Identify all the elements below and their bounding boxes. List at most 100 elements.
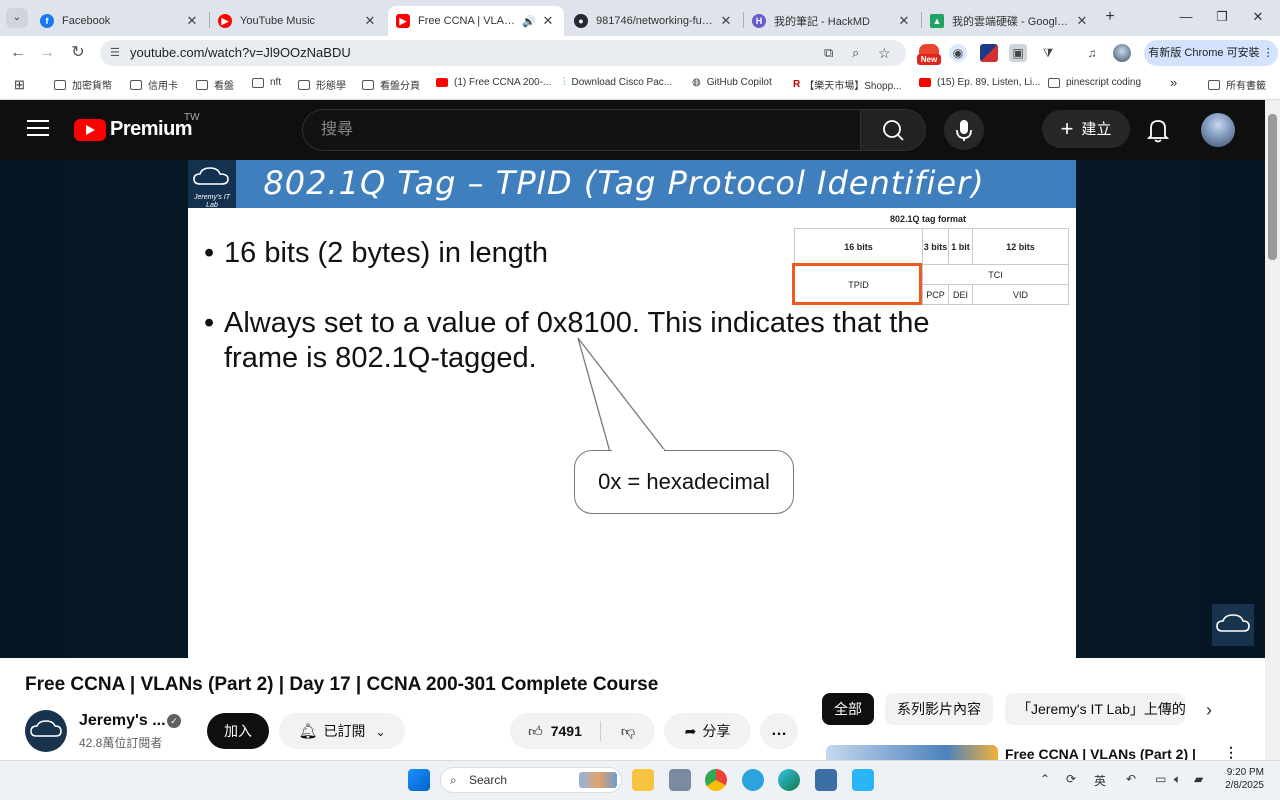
bookmark-folder[interactable]: 看盤	[196, 77, 234, 92]
search-input[interactable]: 搜尋	[302, 109, 860, 151]
windows-start-icon[interactable]	[408, 769, 430, 791]
apps-grid-icon[interactable]: ⊞	[14, 77, 25, 93]
bookmark-folder[interactable]: pinescript coding	[1048, 77, 1141, 88]
like-button[interactable]: 👍︎ 7491	[510, 713, 600, 749]
undo-icon[interactable]: ↶	[1126, 772, 1136, 786]
share-button[interactable]: ➦ 分享	[664, 713, 751, 749]
bookmark-folder[interactable]: 信用卡	[130, 77, 178, 92]
tpid-highlight-box	[792, 263, 922, 305]
recommended-more-icon[interactable]: ⋮	[1224, 744, 1238, 761]
chrome-update-button[interactable]: 有新版 Chrome 可安裝 ⋮	[1144, 40, 1278, 66]
file-explorer-icon[interactable]	[632, 769, 654, 791]
tab-title: YouTube Music	[240, 15, 316, 27]
search-button[interactable]	[860, 109, 926, 151]
system-clock[interactable]: 9:20 PM 2/8/2025	[1214, 766, 1264, 792]
notepad-icon[interactable]	[852, 769, 874, 791]
address-bar[interactable]: ☰ youtube.com/watch?v=Jl9OOzNaBDU ⧉ ⌕ ☆	[100, 40, 906, 66]
extension-new-badge[interactable]: New	[917, 44, 941, 66]
taskbar-search[interactable]: ⌕ Search	[440, 767, 622, 793]
close-tab-icon[interactable]: ✕	[362, 13, 378, 29]
window-close-icon[interactable]: ✕	[1240, 6, 1276, 28]
all-bookmarks-folder[interactable]: 所有書籤	[1208, 77, 1266, 92]
site-info-icon[interactable]: ☰	[110, 40, 120, 66]
profile-avatar-icon[interactable]	[1113, 44, 1131, 62]
close-tab-icon[interactable]: ✕	[540, 13, 556, 29]
extension-icon[interactable]	[980, 44, 998, 62]
network-icon[interactable]: ▭	[1155, 772, 1166, 786]
bookmark-star-icon[interactable]: ☆	[878, 40, 891, 66]
chevron-right-icon[interactable]: ›	[1206, 700, 1212, 721]
edge-icon[interactable]	[778, 769, 800, 791]
forward-arrow-icon[interactable]: →	[35, 42, 59, 64]
minimize-icon[interactable]: —	[1168, 6, 1204, 28]
youtube-logo-icon	[74, 118, 106, 141]
media-controls-icon[interactable]: ♫	[1083, 44, 1101, 62]
tab-free-ccna-active[interactable]: ▶ Free CCNA | VLANs (Pa 🔊 ✕	[388, 6, 564, 36]
account-avatar[interactable]	[1201, 113, 1235, 147]
extensions-puzzle-icon[interactable]: ⧩	[1039, 44, 1057, 62]
calculator-icon[interactable]	[815, 769, 837, 791]
tab-facebook[interactable]: f Facebook ✕	[32, 6, 208, 36]
reload-icon[interactable]: ↻	[66, 42, 90, 64]
extension-icon[interactable]: ◉	[949, 44, 967, 62]
bookmark-link[interactable]: ⫶ Download Cisco Pac...	[563, 77, 672, 88]
bookmarks-overflow-icon[interactable]: »	[1170, 75, 1177, 90]
close-tab-icon[interactable]: ✕	[718, 13, 734, 29]
chevron-up-icon[interactable]: ⌃	[1040, 772, 1050, 786]
audio-playing-icon[interactable]: 🔊	[522, 15, 536, 28]
bookmark-folder[interactable]: 形態學	[298, 77, 346, 92]
subscribed-button[interactable]: 🔔︎ 已訂閱 ⌄	[279, 713, 405, 749]
plus-icon: +	[1060, 116, 1074, 141]
dislike-button[interactable]: 👎︎	[606, 713, 650, 749]
chip-all[interactable]: 全部	[822, 693, 874, 725]
channel-watermark[interactable]	[1212, 604, 1254, 646]
tab-youtube-music[interactable]: ▶ YouTube Music ✕	[210, 6, 386, 36]
more-actions-button[interactable]: …	[760, 713, 798, 749]
close-tab-icon[interactable]: ✕	[184, 13, 200, 29]
tab-title: Facebook	[62, 15, 111, 27]
channel-avatar[interactable]	[25, 710, 67, 752]
table-header-cell: 1 bit	[948, 228, 973, 265]
close-tab-icon[interactable]: ✕	[896, 13, 912, 29]
table-cell: VID	[972, 284, 1069, 305]
recommended-thumbnail[interactable]	[826, 745, 998, 761]
join-button[interactable]: 加入	[207, 713, 269, 749]
voice-search-button[interactable]	[944, 110, 984, 150]
sync-icon[interactable]: ⟳	[1066, 772, 1076, 786]
bookmark-link[interactable]: (1) Free CCNA 200-...	[436, 77, 551, 88]
bookmark-link[interactable]: R 【樂天市場】Shopp...	[793, 77, 902, 92]
close-tab-icon[interactable]: ✕	[1074, 13, 1090, 29]
hamburger-menu-icon[interactable]	[27, 120, 49, 138]
back-arrow-icon[interactable]: ←	[6, 42, 30, 64]
ime-indicator[interactable]: 英	[1094, 772, 1106, 789]
extension-icon[interactable]: ▣	[1009, 44, 1027, 62]
bookmark-link[interactable]: ◍ GitHub Copilot	[692, 77, 772, 88]
volume-icon[interactable]: 🔈︎	[1174, 772, 1181, 787]
new-tab-button[interactable]: +	[1100, 8, 1120, 28]
folder-icon	[54, 79, 66, 90]
bookmark-folder[interactable]: nft	[252, 77, 281, 88]
telegram-icon[interactable]	[742, 769, 764, 791]
youtube-premium-logo[interactable]: Premium	[74, 118, 193, 141]
tab-google-drive[interactable]: ▲ 我的雲端硬碟 - Google 雲 ✕	[922, 6, 1098, 36]
tab-github[interactable]: ● 981746/networking-funda ✕	[566, 6, 742, 36]
chip-series[interactable]: 系列影片內容	[885, 693, 993, 725]
create-button[interactable]: + 建立	[1042, 110, 1130, 148]
install-app-icon[interactable]: ⧉	[824, 40, 833, 66]
bookmark-folder[interactable]: 加密貨幣	[54, 77, 112, 92]
chrome-icon[interactable]	[705, 769, 727, 791]
tab-hackmd[interactable]: H 我的筆記 - HackMD ✕	[744, 6, 920, 36]
channel-name[interactable]: Jeremy's ...	[79, 712, 166, 730]
clock-date: 2/8/2025	[1225, 780, 1264, 791]
restore-icon[interactable]: ❐	[1204, 6, 1240, 28]
zoom-icon[interactable]: ⌕	[852, 40, 859, 66]
bookmark-link[interactable]: (15) Ep. 89, Listen, Li...	[919, 77, 1040, 88]
app-icon[interactable]	[669, 769, 691, 791]
youtube-music-icon: ▶	[218, 14, 232, 28]
notifications-bell-icon[interactable]	[1146, 116, 1170, 144]
scrollbar-thumb[interactable]	[1268, 114, 1277, 260]
bookmark-folder[interactable]: 看盤分頁	[362, 77, 420, 92]
battery-icon[interactable]: ▰	[1194, 772, 1203, 786]
tab-search-button[interactable]: ⌄	[6, 8, 28, 28]
chip-channel-uploads[interactable]: 「Jeremy's IT Lab」上傳的	[1005, 693, 1185, 725]
